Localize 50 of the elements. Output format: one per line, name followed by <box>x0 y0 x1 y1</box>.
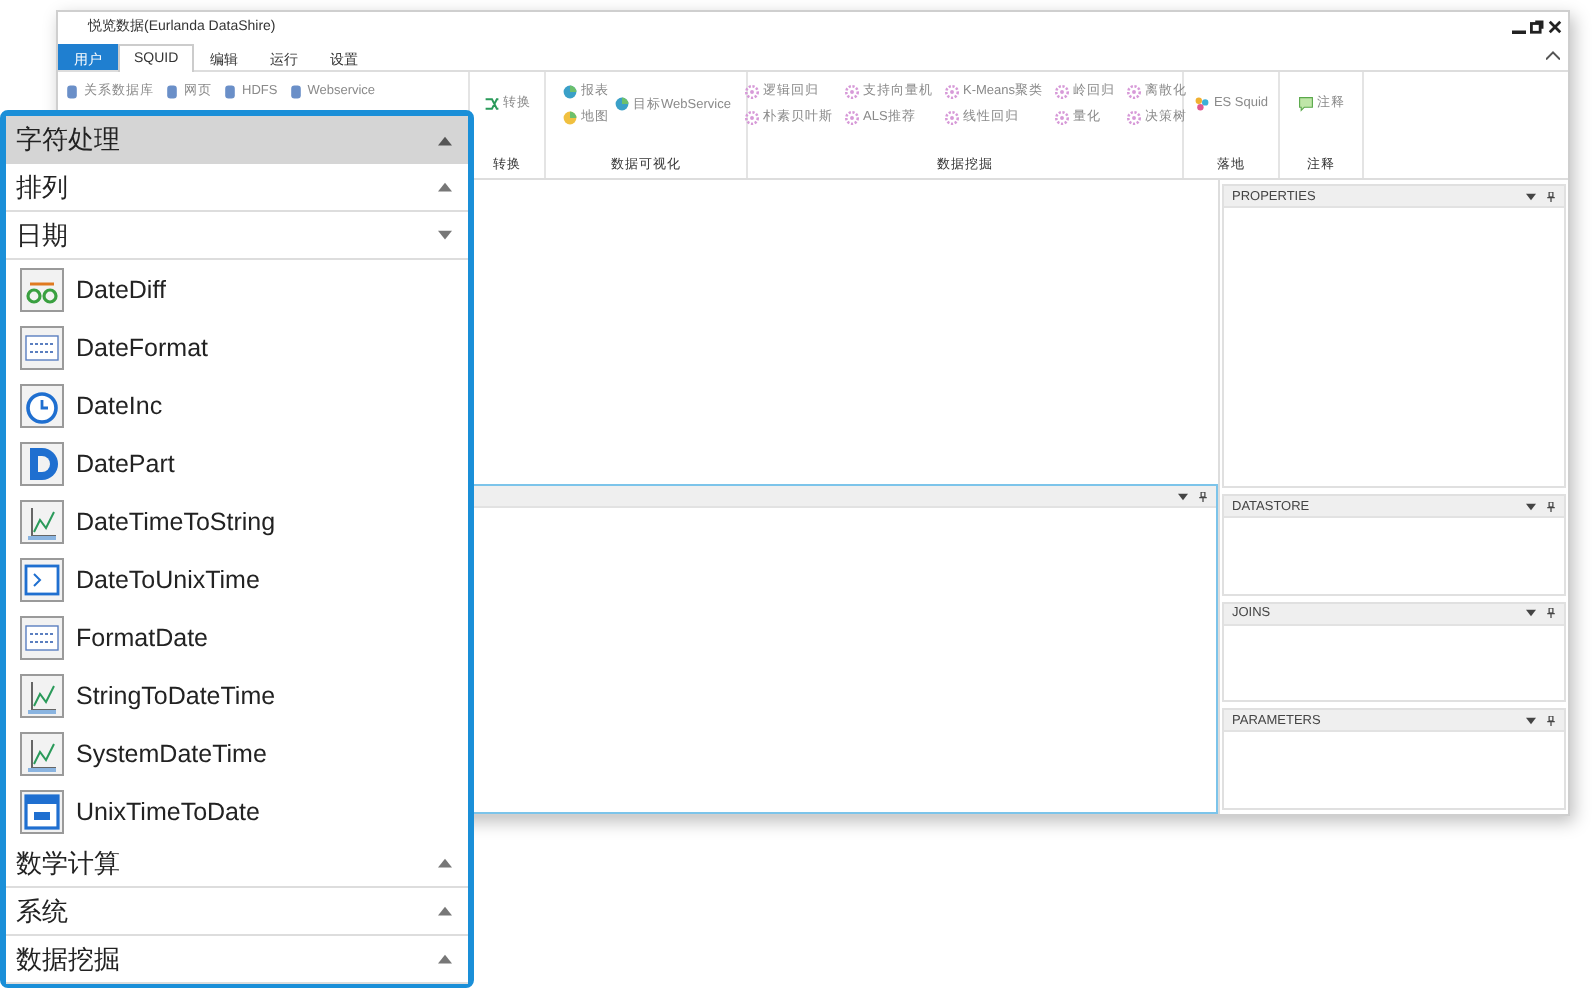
close-icon[interactable] <box>1548 19 1562 33</box>
function-item[interactable]: DateDiff <box>76 275 166 303</box>
toolbox-title: 字符处理 <box>16 122 122 158</box>
pin-icon[interactable] <box>1546 608 1556 619</box>
collapse-arrow-icon <box>438 182 452 192</box>
chart-icon <box>561 109 578 125</box>
date-part-icon <box>20 441 64 485</box>
function-item[interactable]: DateTimeToString <box>76 507 276 535</box>
chart-icon <box>561 83 578 99</box>
pin-icon[interactable] <box>1546 191 1556 201</box>
transform-icon <box>483 95 499 111</box>
chart-icon <box>20 731 64 775</box>
chart-icon <box>20 673 64 717</box>
collapse-arrow-icon[interactable] <box>438 135 452 145</box>
function-item[interactable]: FormatDate <box>76 623 208 651</box>
chart-icon <box>613 96 630 112</box>
expand-arrow-icon <box>438 230 452 240</box>
source-icon <box>287 83 304 99</box>
source-icon <box>164 83 180 99</box>
dropdown-icon[interactable] <box>1526 191 1536 201</box>
pin-icon[interactable] <box>1546 715 1556 726</box>
restore-icon[interactable] <box>1530 19 1544 33</box>
function-item[interactable]: DateInc <box>76 391 163 419</box>
function-item[interactable]: UnixTimeToDate <box>76 797 260 825</box>
collapse-arrow-icon <box>438 906 452 916</box>
window-icon <box>20 789 64 833</box>
collapse-arrow-icon <box>438 858 452 868</box>
function-item[interactable]: DateToUnixTime <box>76 565 260 593</box>
function-item[interactable]: DatePart <box>76 449 175 477</box>
dropdown-icon[interactable] <box>1178 491 1188 501</box>
function-item[interactable]: StringToDateTime <box>76 681 276 709</box>
clock-icon <box>20 383 64 427</box>
dropdown-icon[interactable] <box>1526 608 1536 619</box>
terminal-icon <box>20 557 64 601</box>
function-item[interactable]: DateFormat <box>76 333 208 361</box>
calendar-icon <box>20 325 64 369</box>
link-icon <box>20 267 64 311</box>
dropdown-icon[interactable] <box>1526 501 1536 512</box>
dropdown-icon[interactable] <box>1526 715 1536 726</box>
collapse-arrow-icon <box>438 954 452 964</box>
comment-icon <box>1297 95 1313 111</box>
pin-icon[interactable] <box>1546 501 1556 512</box>
pin-icon[interactable] <box>1198 491 1208 501</box>
source-icon <box>222 83 238 99</box>
calendar-icon <box>20 615 64 659</box>
cluster-icon <box>1193 95 1210 111</box>
chart-icon <box>20 499 64 543</box>
source-icon <box>64 83 80 99</box>
function-item[interactable]: SystemDateTime <box>76 739 267 767</box>
collapse-ribbon-icon[interactable] <box>1546 50 1560 60</box>
